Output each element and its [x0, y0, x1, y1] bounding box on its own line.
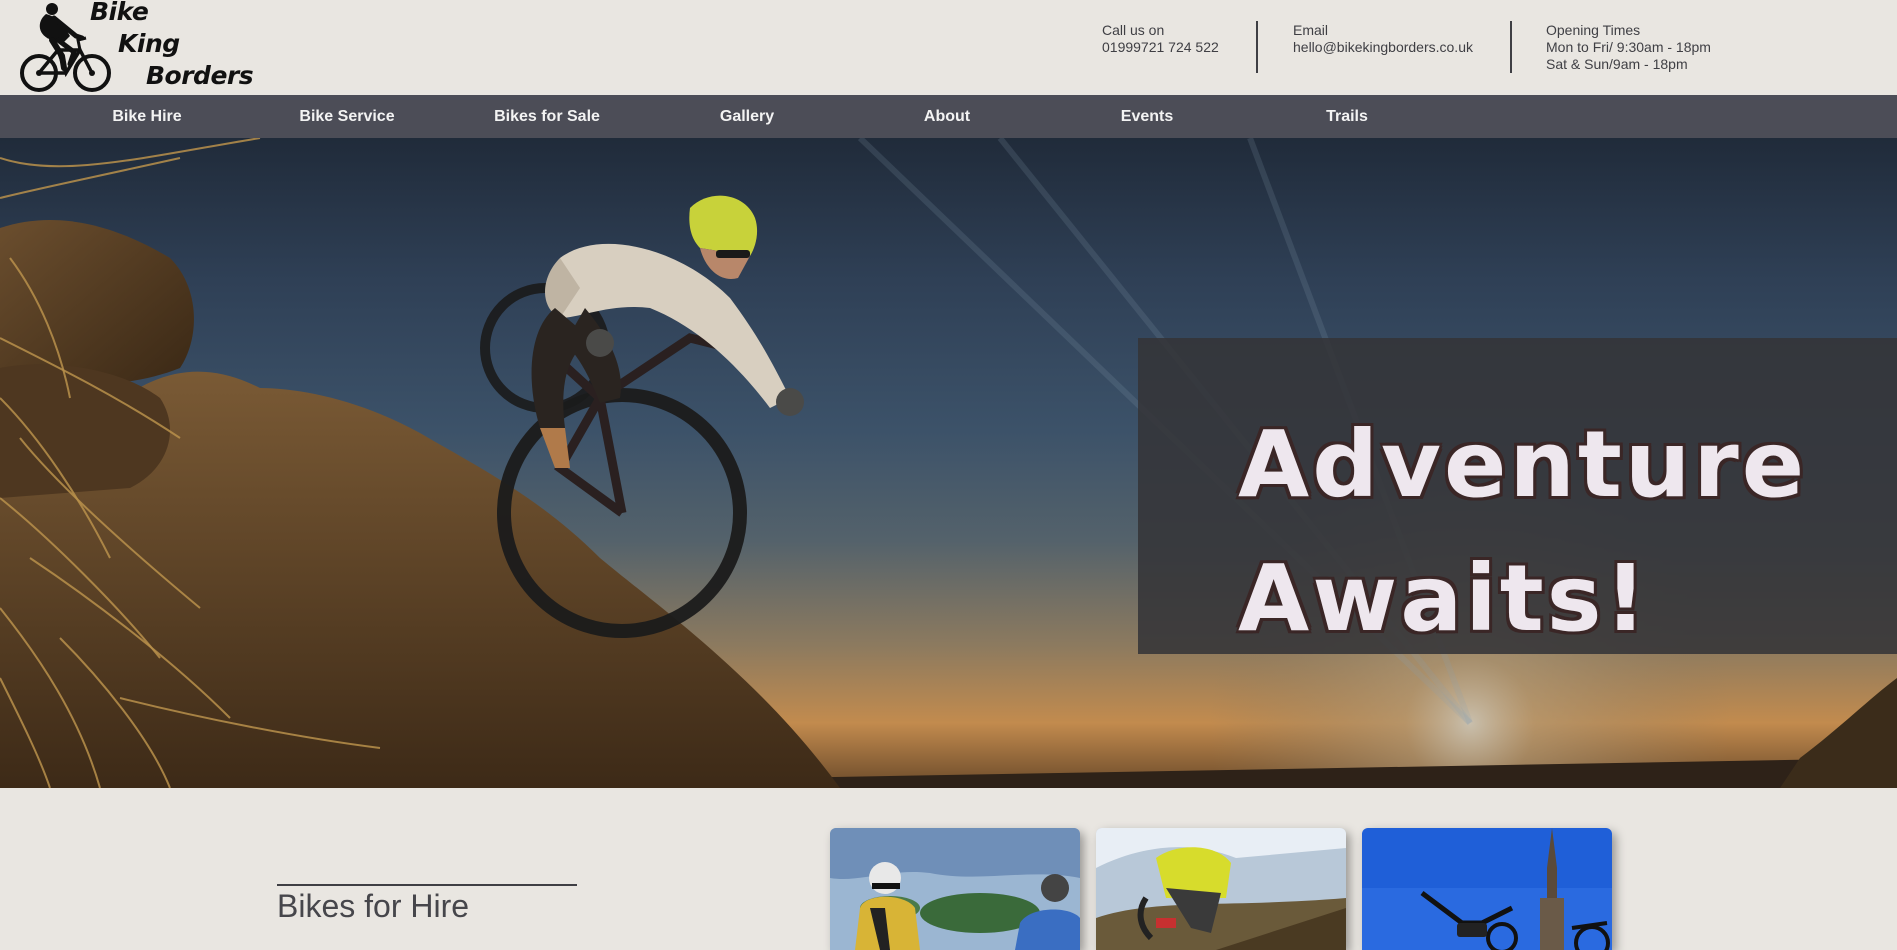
contact-phone: Call us on 01999721 724 522 [1102, 22, 1219, 56]
nav-item-about[interactable]: About [924, 95, 970, 138]
hours-weekend: Sat & Sun/9am - 18pm [1546, 56, 1688, 72]
nav-item-trails[interactable]: Trails [1326, 95, 1368, 138]
mountain-biker-photo [1096, 828, 1346, 950]
city-bike-photo [1362, 828, 1612, 950]
nav-item-events[interactable]: Events [1121, 95, 1173, 138]
header-divider [1256, 21, 1258, 73]
phone-label: Call us on [1102, 22, 1165, 38]
site-header: Bike King Borders Call us on 01999721 72… [0, 0, 1897, 95]
hero-headline-line1: Adventure [1238, 411, 1808, 518]
contact-email: Email hello@bikekingborders.co.uk [1293, 22, 1473, 56]
contact-hours: Opening Times Mon to Fri/ 9:30am - 18pm … [1546, 22, 1711, 73]
hire-card-road-bikes[interactable] [830, 828, 1080, 950]
site-logo[interactable]: Bike King Borders [18, 0, 254, 95]
email-address[interactable]: hello@bikekingborders.co.uk [1293, 39, 1473, 56]
hire-card-mountain-bikes[interactable] [1096, 828, 1346, 950]
nav-item-bike-service[interactable]: Bike Service [299, 95, 394, 138]
nav-item-bike-hire[interactable]: Bike Hire [112, 95, 181, 138]
cyclists-photo [830, 828, 1080, 950]
hire-card-city-bikes[interactable] [1362, 828, 1612, 950]
nav-item-gallery[interactable]: Gallery [720, 95, 774, 138]
logo-text-line3: Borders [146, 61, 254, 90]
logo-text-line1: Bike [90, 0, 149, 26]
main-nav: Bike Hire Bike Service Bikes for Sale Ga… [0, 95, 1897, 138]
hours-label: Opening Times [1546, 22, 1641, 38]
email-label: Email [1293, 22, 1329, 38]
hero-headline: Adventure Awaits! [1238, 398, 1858, 666]
phone-number[interactable]: 01999721 724 522 [1102, 39, 1219, 56]
hours-weekday: Mon to Fri/ 9:30am - 18pm [1546, 39, 1711, 55]
hero-banner: Adventure Awaits! [0, 138, 1897, 788]
nav-item-bikes-for-sale[interactable]: Bikes for Sale [494, 95, 600, 138]
section-title-rule [277, 884, 577, 886]
hero-text-panel: Adventure Awaits! [1138, 338, 1897, 654]
hero-headline-line2: Awaits! [1238, 545, 1650, 652]
logo-text-line2: King [118, 29, 180, 58]
section-title: Bikes for Hire [277, 888, 470, 924]
header-divider [1510, 21, 1512, 73]
